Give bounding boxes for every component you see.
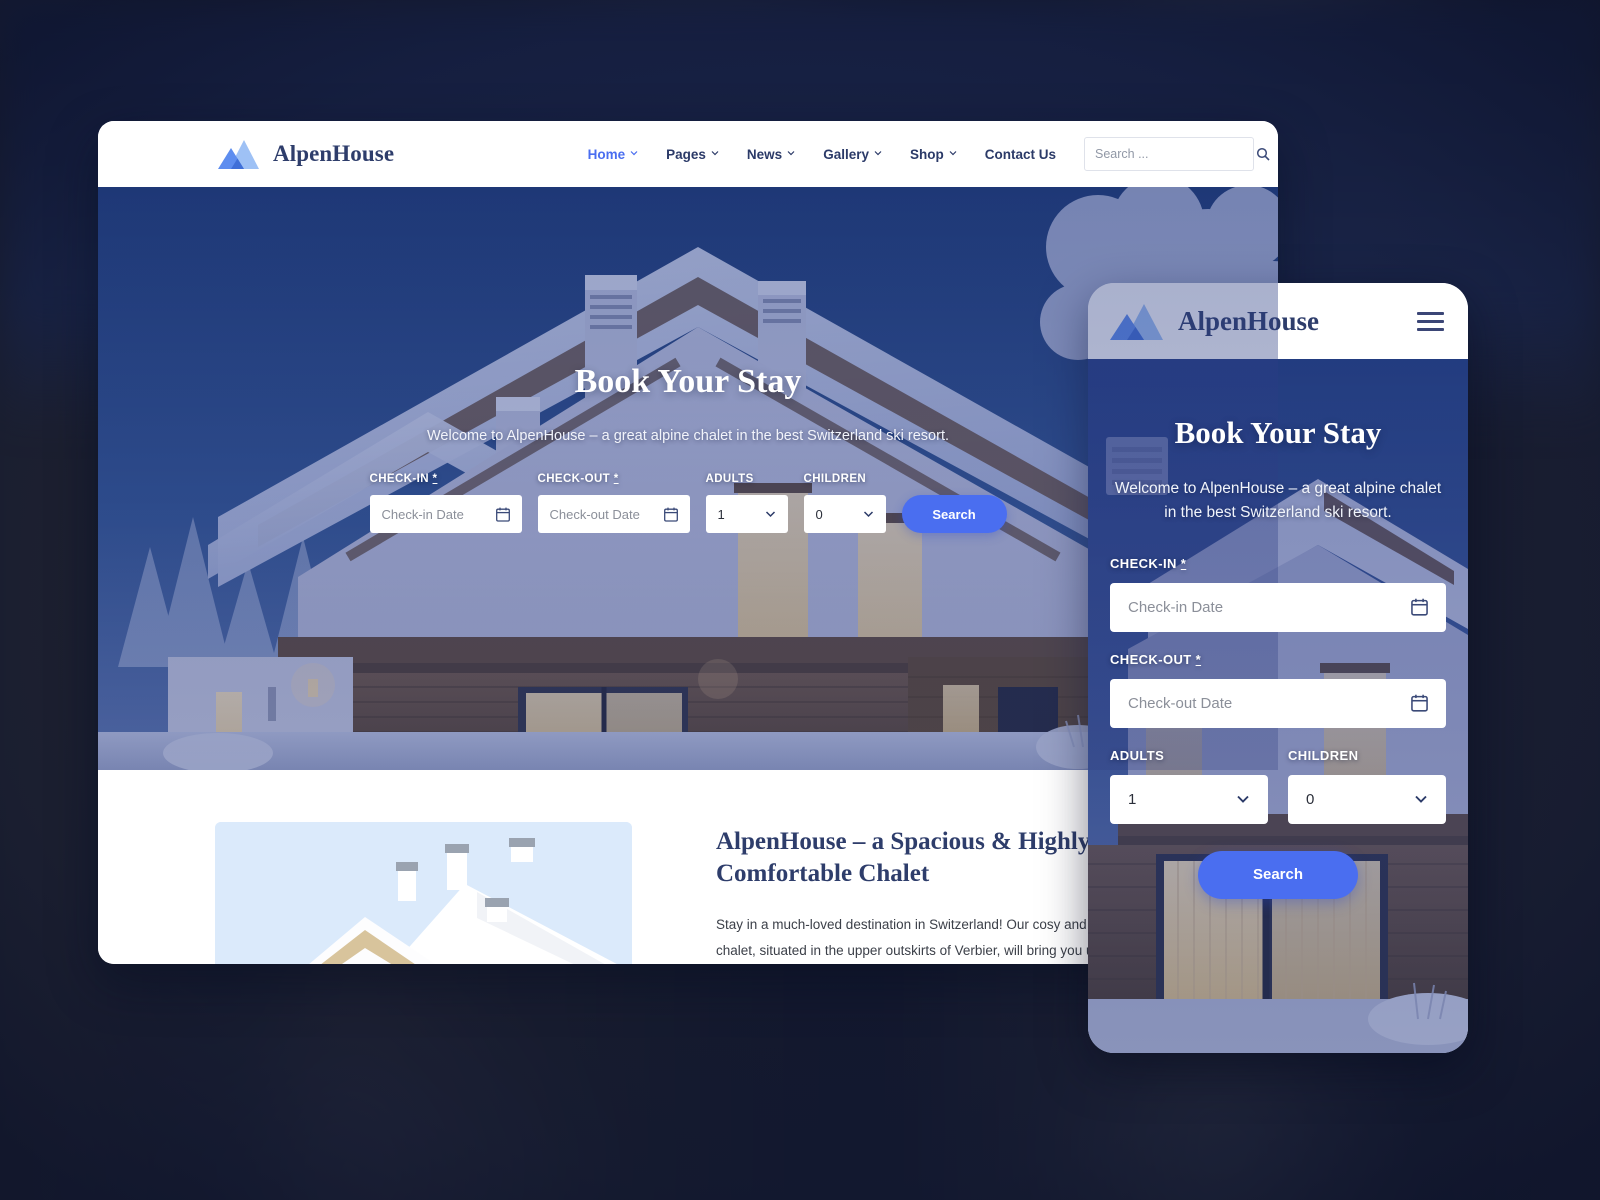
mobile-guests-row: ADULTS 1 CHILDREN 0 — [1110, 748, 1446, 824]
chevron-down-icon — [949, 149, 957, 157]
mobile-search-wrap: Search — [1110, 850, 1446, 899]
nav-label: Shop — [909, 146, 944, 162]
mobile-checkout-group: CHECK-OUT * Check-out Date — [1110, 652, 1446, 728]
mobile-children-value: 0 — [1306, 790, 1315, 808]
adults-field-group: ADULTS 1 — [705, 473, 788, 533]
children-label: CHILDREN — [803, 473, 867, 485]
about-title: AlpenHouse – a Spacious & Highly Comfort… — [716, 828, 1091, 887]
checkout-label: CHECK-OUT * — [538, 473, 690, 485]
mobile-checkin-placeholder: Check-in Date — [1128, 598, 1224, 616]
about-chalet-image — [215, 822, 632, 964]
mobile-search-submit-button[interactable]: Search — [1198, 850, 1358, 899]
mobile-checkin-date-input[interactable]: Check-in Date — [1110, 582, 1446, 632]
booking-form: CHECK-IN * Check-in Date CHECK-OUT * Che… — [369, 473, 1007, 533]
nav-item-home[interactable]: Home — [574, 141, 653, 168]
checkin-date-input[interactable]: Check-in Date — [369, 495, 522, 533]
mobile-hero-section: Book Your Stay Welcome to AlpenHouse – a… — [1088, 359, 1468, 1053]
nav-label: Home — [587, 146, 626, 162]
calendar-icon[interactable] — [1411, 598, 1428, 617]
mobile-checkout-date-input[interactable]: Check-out Date — [1110, 678, 1446, 728]
mobile-adults-select[interactable]: 1 — [1110, 774, 1268, 824]
mobile-phone-mockup: AlpenHouse — [1088, 283, 1468, 1053]
mountain-logo-icon — [216, 137, 260, 171]
hero-subtitle: Welcome to AlpenHouse – a great alpine c… — [426, 428, 949, 444]
children-select[interactable]: 0 — [803, 495, 886, 533]
chevron-down-icon — [787, 149, 795, 157]
required-mark: * — [613, 473, 619, 485]
checkin-label-text: CHECK-IN — [369, 473, 429, 485]
adults-select[interactable]: 1 — [705, 495, 788, 533]
brand-logo[interactable]: AlpenHouse — [216, 137, 394, 171]
nav-label: Contact Us — [984, 146, 1056, 162]
nav-label: Gallery — [823, 146, 869, 162]
nav-label: Pages — [666, 146, 706, 162]
search-input[interactable] — [1095, 147, 1256, 161]
adults-value: 1 — [717, 506, 725, 522]
hamburger-menu-icon[interactable] — [1417, 311, 1444, 331]
chevron-down-icon — [874, 149, 882, 157]
hero-title: Book Your Stay — [574, 363, 802, 400]
adults-label: ADULTS — [705, 473, 754, 485]
required-mark: * — [1195, 651, 1202, 667]
checkin-field-group: CHECK-IN * Check-in Date — [369, 473, 522, 533]
mobile-adults-label: ADULTS — [1110, 747, 1165, 763]
required-mark: * — [432, 473, 438, 485]
mobile-hero-title: Book Your Stay — [1174, 415, 1382, 450]
checkout-date-input[interactable]: Check-out Date — [537, 495, 690, 533]
chevron-down-icon — [711, 149, 719, 157]
search-icon[interactable] — [1256, 147, 1270, 161]
mobile-booking-form: CHECK-IN * Check-in Date CHECK-OUT * Che… — [1110, 556, 1446, 899]
header-search[interactable] — [1084, 137, 1270, 171]
mobile-adults-group: ADULTS 1 — [1110, 748, 1268, 824]
mobile-hero-content: Book Your Stay Welcome to AlpenHouse – a… — [1088, 359, 1468, 1053]
chevron-down-icon — [765, 510, 776, 518]
site-header: AlpenHouse Home Pages News Gallery Shop — [98, 121, 1278, 187]
checkout-label-text: CHECK-OUT — [537, 473, 611, 485]
chevron-down-icon — [630, 149, 638, 157]
chevron-down-icon — [1236, 794, 1250, 804]
checkout-placeholder: Check-out Date — [549, 506, 640, 522]
mobile-children-select[interactable]: 0 — [1288, 774, 1446, 824]
mobile-checkout-label-text: CHECK-OUT — [1110, 651, 1192, 667]
mobile-children-group: CHILDREN 0 — [1288, 748, 1446, 824]
calendar-icon[interactable] — [495, 507, 510, 522]
chevron-down-icon — [1414, 794, 1428, 804]
chevron-down-icon — [863, 510, 874, 518]
mobile-adults-value: 1 — [1128, 790, 1137, 808]
checkout-field-group: CHECK-OUT * Check-out Date — [537, 473, 690, 533]
checkin-placeholder: Check-in Date — [381, 506, 464, 522]
nav-item-gallery[interactable]: Gallery — [809, 141, 896, 168]
search-submit-button[interactable]: Search — [901, 495, 1007, 533]
nav-item-shop[interactable]: Shop — [896, 141, 971, 168]
mobile-checkin-label: CHECK-IN * — [1110, 556, 1446, 571]
mobile-checkout-label: CHECK-OUT * — [1110, 652, 1446, 667]
children-field-group: CHILDREN 0 — [803, 473, 886, 533]
nav-item-contact-us[interactable]: Contact Us — [971, 141, 1070, 168]
checkin-label: CHECK-IN * — [370, 473, 522, 485]
brand-name: AlpenHouse — [273, 141, 395, 166]
nav-item-news[interactable]: News — [733, 141, 809, 168]
mobile-checkout-placeholder: Check-out Date — [1128, 694, 1233, 712]
nav-label: News — [746, 146, 783, 162]
main-navigation: Home Pages News Gallery Shop Contact Us — [574, 137, 1270, 171]
calendar-icon[interactable] — [663, 507, 678, 522]
required-mark: * — [1180, 555, 1187, 571]
mobile-children-label: CHILDREN — [1288, 747, 1359, 763]
mobile-checkin-group: CHECK-IN * Check-in Date — [1110, 556, 1446, 632]
children-value: 0 — [815, 506, 823, 522]
mobile-hero-subtitle: Welcome to AlpenHouse – a great alpine c… — [1114, 480, 1442, 522]
nav-item-pages[interactable]: Pages — [652, 141, 733, 168]
calendar-icon[interactable] — [1411, 694, 1428, 713]
mobile-checkin-label-text: CHECK-IN — [1110, 555, 1177, 571]
